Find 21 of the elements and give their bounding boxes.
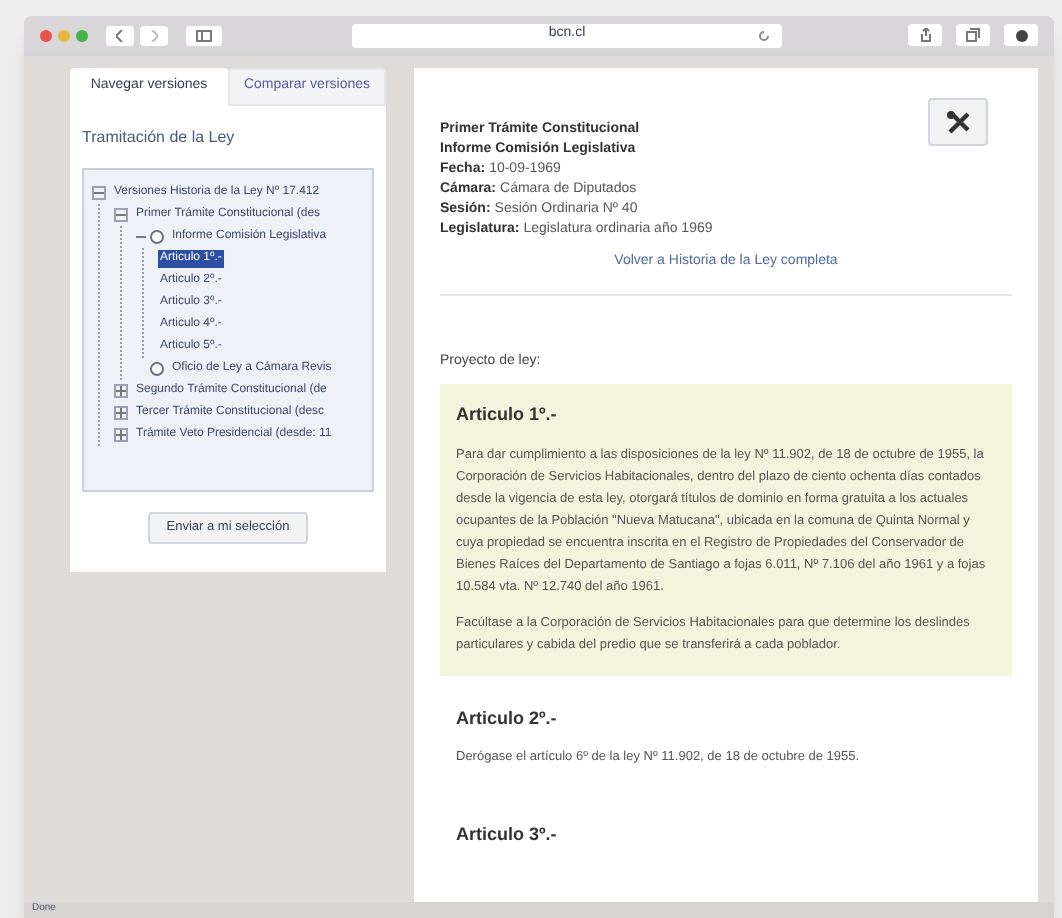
- sidebar-icon[interactable]: [186, 25, 222, 45]
- article-title: Articulo 1º.-: [456, 402, 559, 428]
- download-icon[interactable]: [1004, 24, 1038, 46]
- share-icon[interactable]: [908, 24, 942, 46]
- reload-icon[interactable]: [758, 29, 770, 41]
- collapse-toggle[interactable]: [114, 208, 128, 222]
- tabs-icon[interactable]: [956, 24, 990, 46]
- radio-icon[interactable]: [150, 230, 164, 244]
- article-title: Articulo 2º.-: [456, 705, 559, 731]
- collapse-toggle-icon[interactable]: [136, 232, 146, 242]
- tools-button[interactable]: [928, 98, 988, 146]
- close-icon[interactable]: [40, 29, 52, 41]
- expand-toggle[interactable]: [114, 428, 128, 442]
- sidebar-heading: Tramitación de la Ley: [82, 126, 235, 150]
- radio-icon[interactable]: [150, 362, 164, 376]
- tools-icon: [945, 109, 971, 135]
- expand-toggle[interactable]: [114, 384, 128, 398]
- collapse-toggle[interactable]: [92, 186, 106, 200]
- back-icon[interactable]: [106, 25, 134, 45]
- expand-toggle[interactable]: [114, 406, 128, 420]
- article-title: Articulo 3º.-: [456, 822, 559, 848]
